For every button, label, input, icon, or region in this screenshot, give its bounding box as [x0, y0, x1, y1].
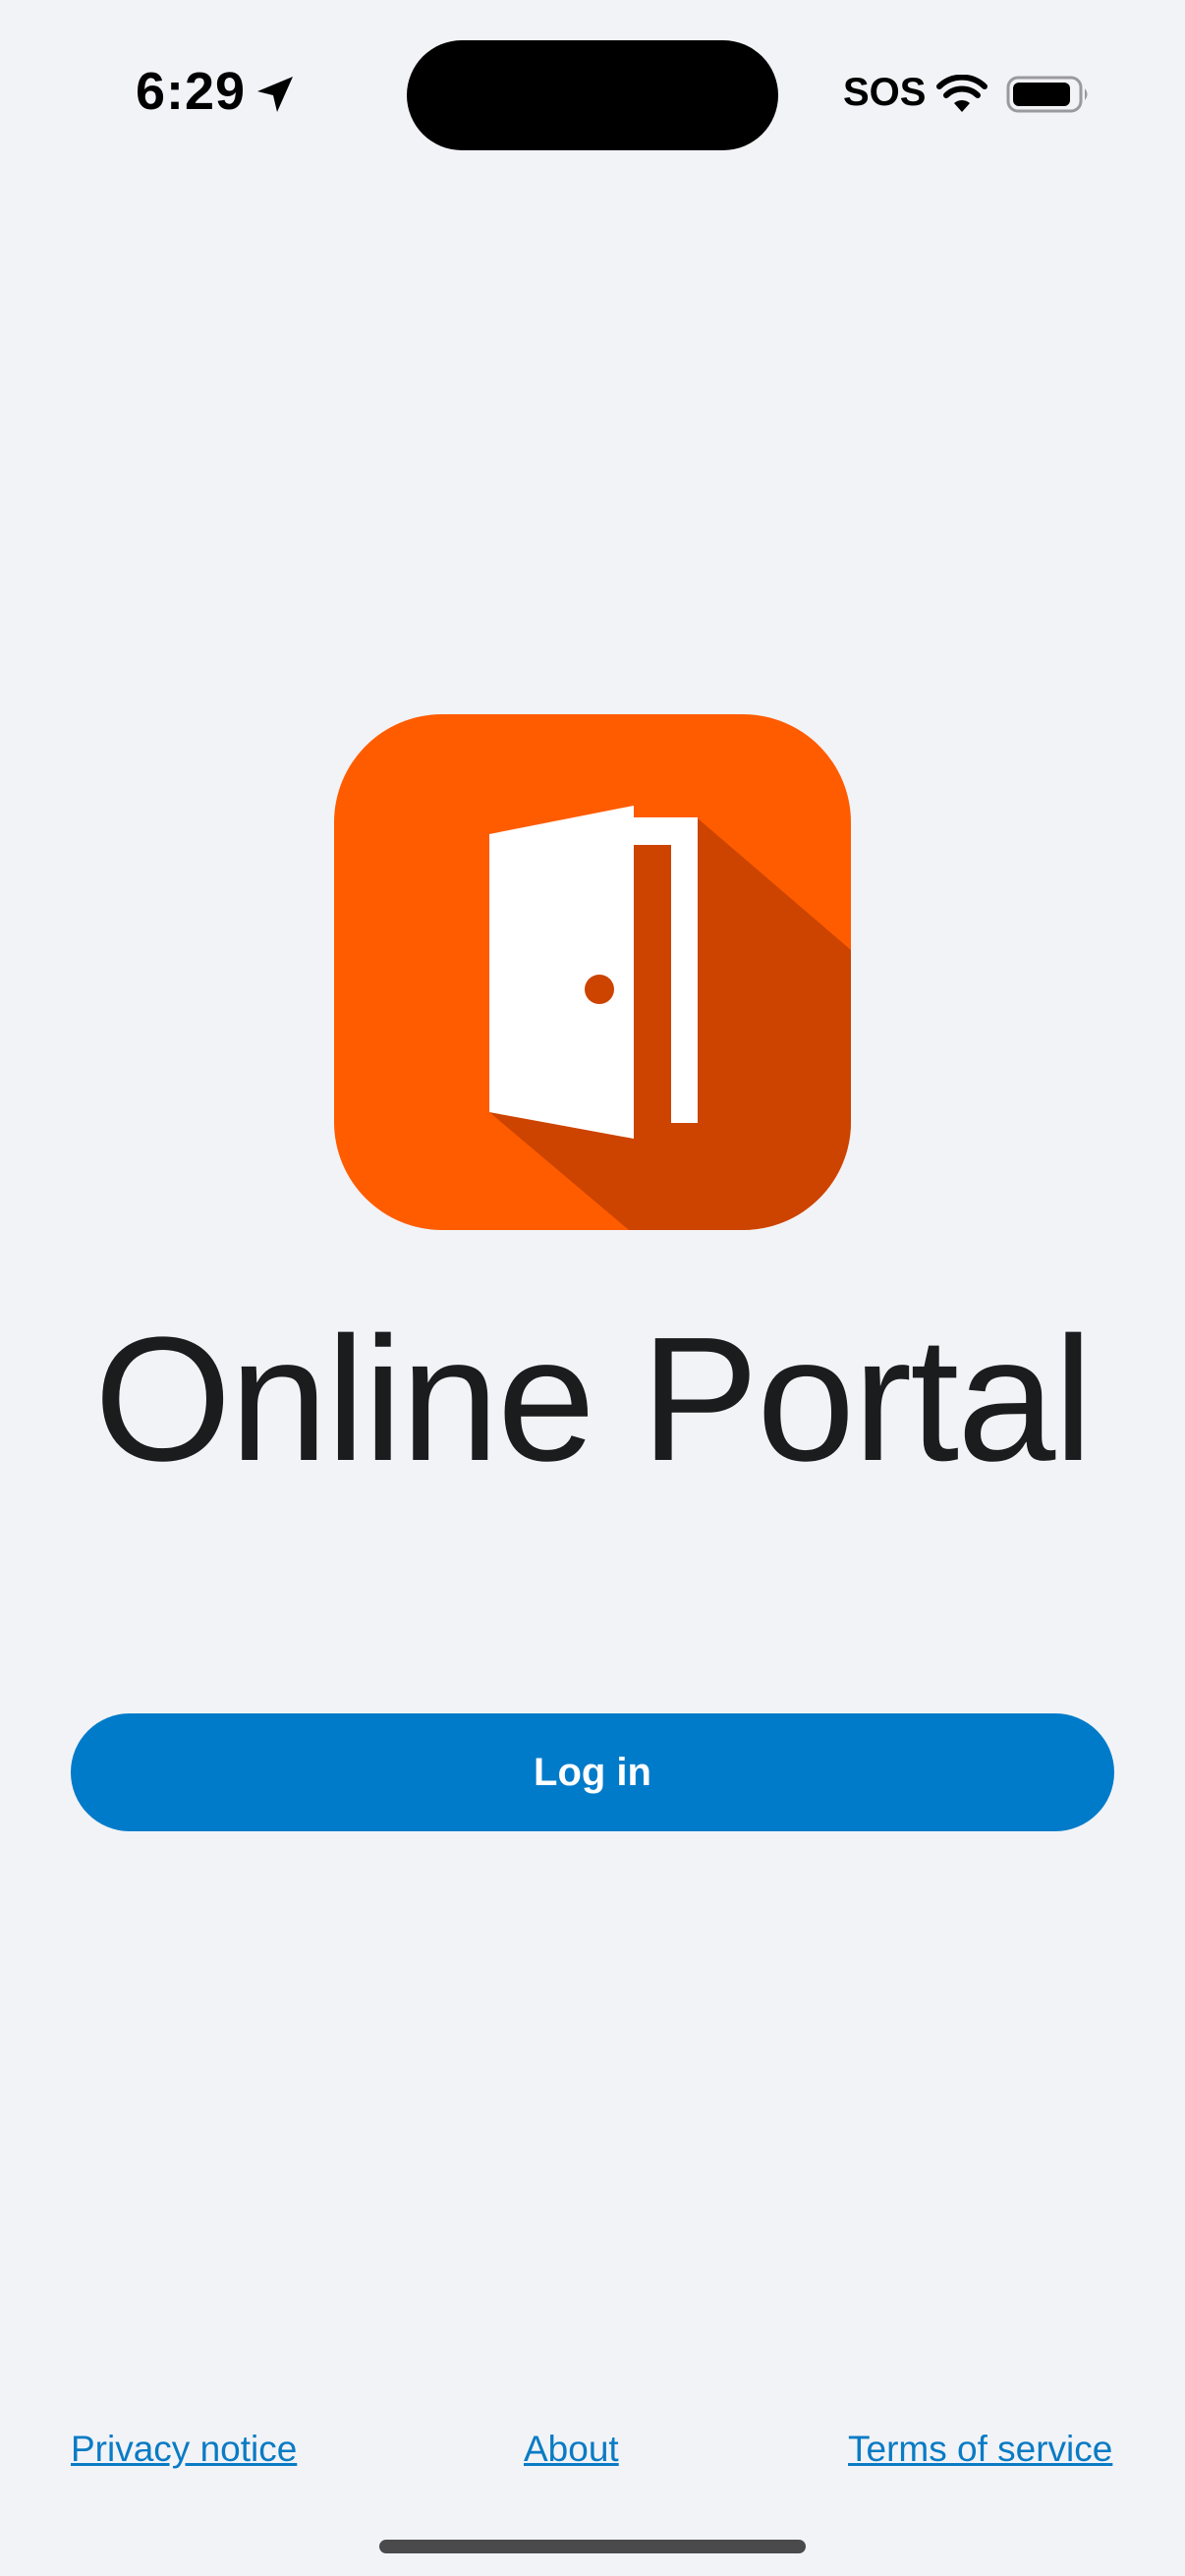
privacy-notice-link[interactable]: Privacy notice: [71, 2425, 297, 2474]
terms-of-service-link[interactable]: Terms of service: [848, 2425, 1112, 2474]
login-button[interactable]: Log in: [71, 1713, 1114, 1831]
app-title: Online Portal: [93, 1301, 1094, 1498]
open-door-icon: [334, 714, 851, 1230]
battery-icon: [1006, 76, 1088, 113]
home-indicator[interactable]: [379, 2540, 806, 2553]
location-arrow-icon: [257, 77, 293, 112]
status-time: 6:29: [136, 62, 247, 121]
status-bar: 6:29 SOS: [0, 0, 1185, 187]
dynamic-island: [407, 40, 778, 150]
about-link[interactable]: About: [524, 2425, 619, 2474]
sos-indicator: SOS: [843, 71, 927, 114]
wifi-icon: [936, 75, 988, 112]
